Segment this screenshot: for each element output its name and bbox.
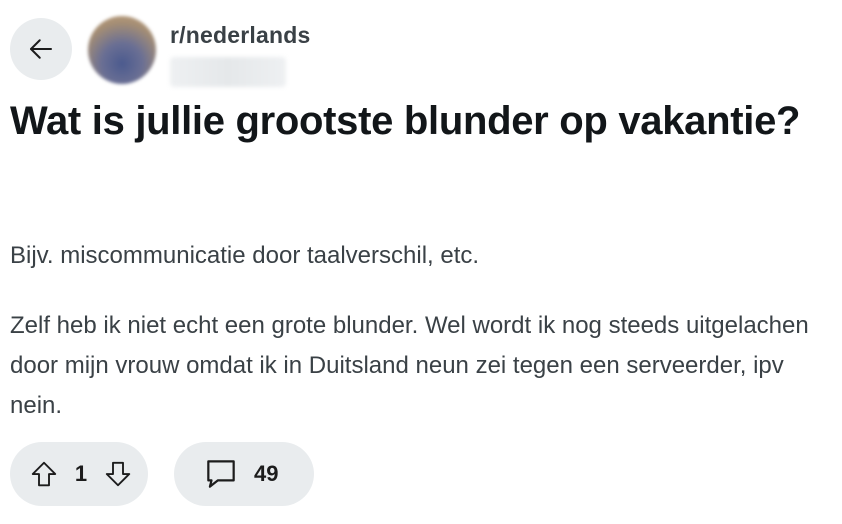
arrow-left-icon xyxy=(30,39,52,59)
username-redacted xyxy=(170,57,286,87)
comment-count: 49 xyxy=(254,461,279,486)
back-button[interactable] xyxy=(10,18,72,80)
post-header: r/nederlands xyxy=(10,16,310,88)
post-actions: 1 49 xyxy=(10,442,314,506)
downvote-button[interactable] xyxy=(100,456,136,492)
post-body: Bijv. miscommunicatie door taalverschil,… xyxy=(10,236,835,426)
avatar[interactable] xyxy=(88,16,156,84)
upvote-button[interactable] xyxy=(26,456,62,492)
comments-button[interactable]: 49 xyxy=(174,442,314,506)
arrow-up-icon xyxy=(31,461,57,487)
post-title: Wat is jullie grootste blunder op vakant… xyxy=(10,99,801,143)
arrow-down-icon xyxy=(105,461,131,487)
vote-count: 1 xyxy=(74,461,88,486)
subreddit-link[interactable]: r/nederlands xyxy=(170,22,310,49)
post-meta: r/nederlands xyxy=(170,16,310,87)
vote-bar: 1 xyxy=(10,442,148,506)
post-body-paragraph: Bijv. miscommunicatie door taalverschil,… xyxy=(10,242,480,269)
post-body-paragraph: Zelf heb ik niet echt een grote blunder.… xyxy=(10,312,809,419)
speech-bubble-icon xyxy=(207,460,235,488)
